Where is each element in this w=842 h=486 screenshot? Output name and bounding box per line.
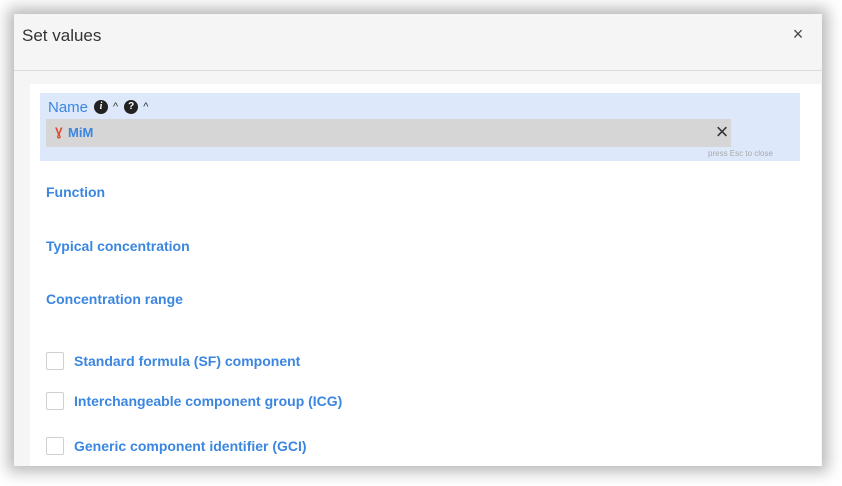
- close-icon[interactable]: ×: [790, 25, 806, 43]
- typical-concentration-field-label[interactable]: Typical concentration: [46, 238, 190, 254]
- name-label: Name: [48, 98, 89, 116]
- caret-up-icon[interactable]: ^: [113, 101, 118, 113]
- info-icon[interactable]: i: [94, 100, 109, 114]
- checkbox-label[interactable]: Standard formula (SF) component: [74, 353, 300, 369]
- sf-component-checkbox[interactable]: [46, 352, 64, 370]
- dialog-title: Set values: [22, 26, 102, 45]
- checkbox-row-icg: Interchangeable component group (ICG): [46, 391, 342, 411]
- name-value-text: MiM: [68, 125, 94, 140]
- checkbox-label[interactable]: Generic component identifier (GCI): [74, 438, 307, 454]
- function-field-label[interactable]: Function: [46, 184, 105, 200]
- component-symbol-icon: Ɣ: [55, 125, 63, 139]
- gci-checkbox[interactable]: [46, 437, 64, 455]
- name-label-row: Name i ^ ? ^: [48, 97, 148, 117]
- esc-hint: press Esc to close: [708, 149, 773, 158]
- name-value-field[interactable]: Ɣ MiM ×: [46, 119, 731, 147]
- name-field-block: Name i ^ ? ^ Ɣ MiM × press Esc to close: [40, 93, 800, 161]
- checkbox-row-sf: Standard formula (SF) component: [46, 351, 300, 371]
- dialog-body: Name i ^ ? ^ Ɣ MiM × press Esc to close …: [30, 84, 821, 466]
- checkbox-label[interactable]: Interchangeable component group (ICG): [74, 393, 342, 409]
- clear-icon[interactable]: ×: [712, 121, 732, 143]
- concentration-range-field-label[interactable]: Concentration range: [46, 291, 183, 307]
- help-icon[interactable]: ?: [124, 100, 139, 114]
- icg-checkbox[interactable]: [46, 392, 64, 410]
- set-values-dialog: Set values × Name i ^ ? ^ Ɣ MiM × press …: [14, 14, 822, 466]
- checkbox-row-gci: Generic component identifier (GCI): [46, 436, 307, 456]
- caret-up-icon[interactable]: ^: [143, 101, 148, 113]
- dialog-header: Set values ×: [14, 14, 822, 71]
